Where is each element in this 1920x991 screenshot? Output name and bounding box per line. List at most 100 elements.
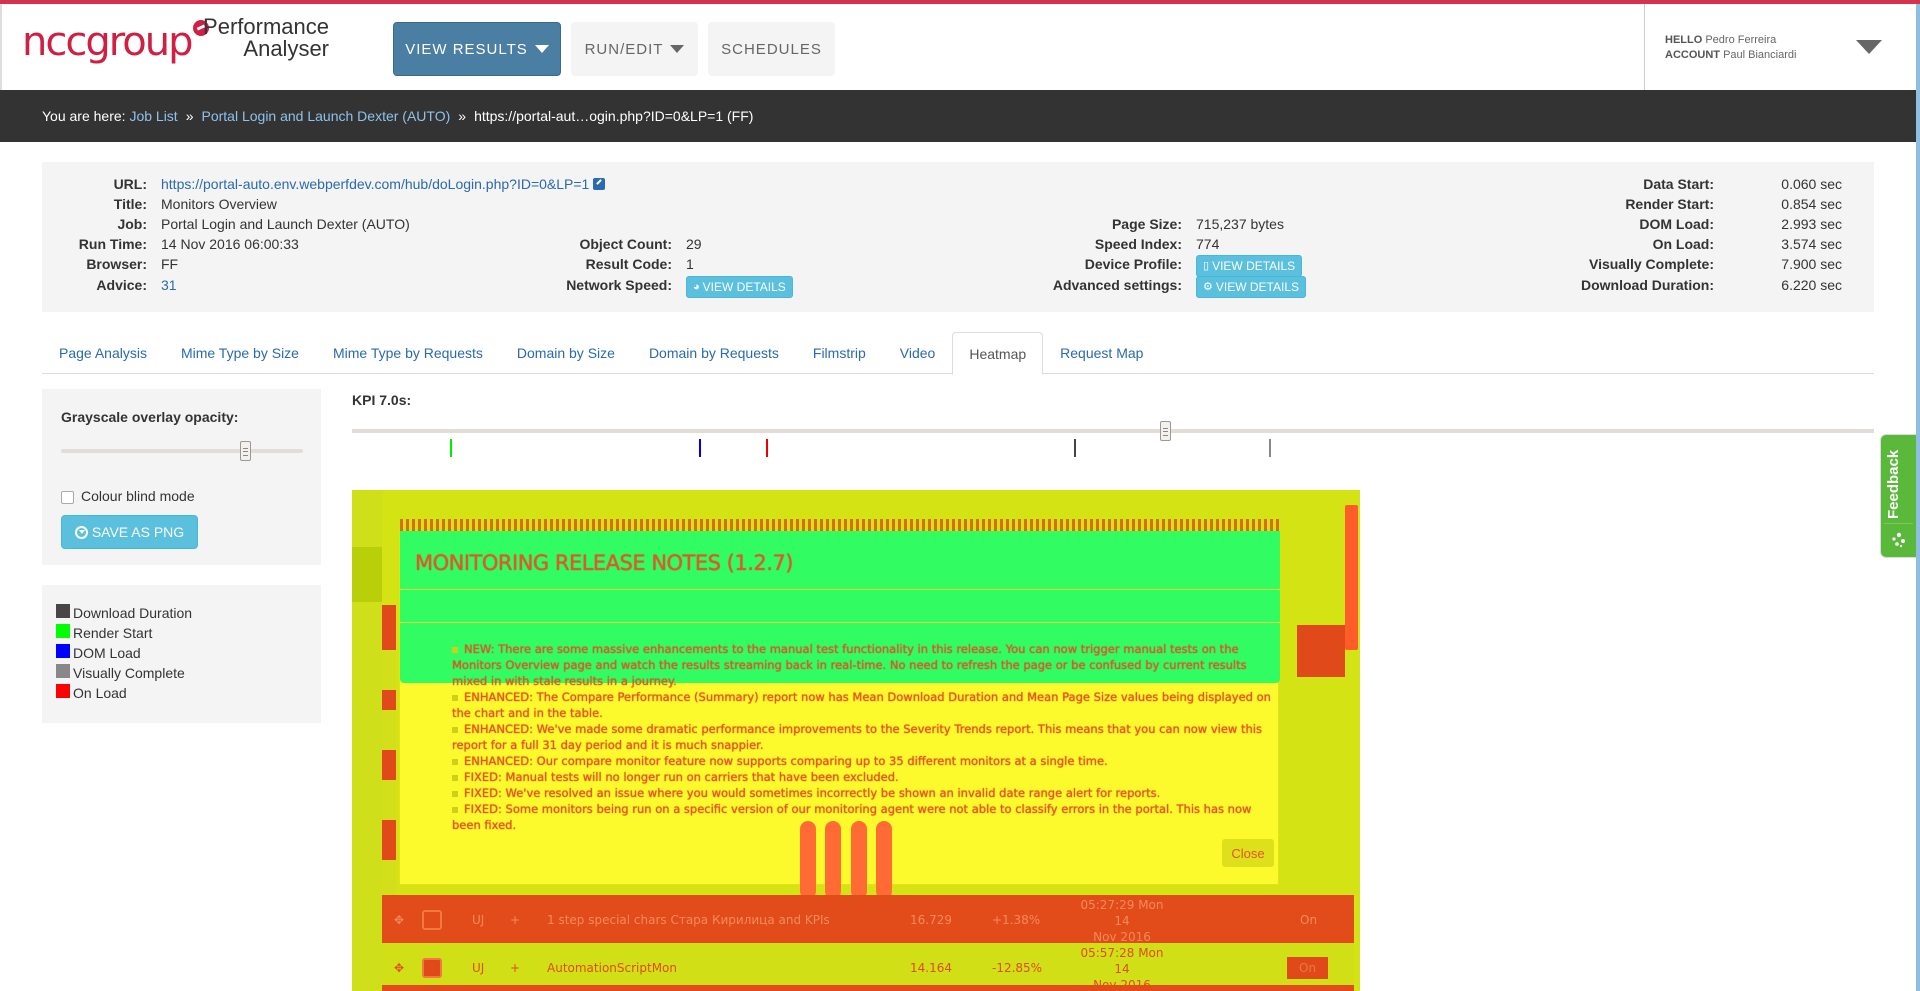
heatmap-region bbox=[382, 710, 396, 750]
nav-view-results-button[interactable]: VIEW RESULTS bbox=[393, 22, 561, 76]
nav-label: RUN/EDIT bbox=[584, 40, 664, 58]
heatmap-scrollbar-region bbox=[1345, 505, 1358, 650]
on-load-label: On Load: bbox=[1652, 236, 1714, 252]
nav-schedules-button[interactable]: SCHEDULES bbox=[708, 22, 835, 76]
user-name: Pedro Ferreira bbox=[1705, 34, 1777, 46]
legend-label: Download Duration bbox=[73, 605, 193, 621]
breadcrumb-job[interactable]: Portal Login and Launch Dexter (AUTO) bbox=[202, 108, 451, 124]
download-duration-value: 6.220 sec bbox=[1781, 277, 1842, 293]
opacity-slider[interactable] bbox=[61, 449, 303, 453]
device-profile-label: Device Profile: bbox=[1084, 256, 1182, 272]
tab-mime-type-by-requests[interactable]: Mime Type by Requests bbox=[316, 332, 500, 374]
on-load-value: 3.574 sec bbox=[1781, 236, 1842, 252]
heatmap-image: MONITORING RELEASE NOTES (1.2.7) NEW: Th… bbox=[352, 490, 1360, 991]
user-menu[interactable]: HELLO Pedro Ferreira ACCOUNT Paul Bianci… bbox=[1644, 4, 1920, 90]
legend-swatch bbox=[56, 604, 70, 618]
opacity-slider-handle[interactable] bbox=[239, 441, 251, 461]
nccgroup-logo[interactable]: nccgroup bbox=[22, 20, 209, 70]
user-menu-caret-icon[interactable] bbox=[1856, 40, 1882, 54]
dom-load-label: DOM Load: bbox=[1639, 216, 1714, 232]
mobile-icon: ▯ bbox=[1203, 260, 1210, 272]
breadcrumb-separator: » bbox=[185, 108, 194, 124]
button-label: VIEW DETAILS bbox=[1212, 259, 1296, 273]
dashboard-icon: ◕ bbox=[693, 281, 700, 293]
summary-advice: Advice: 31 bbox=[42, 275, 177, 295]
device-profile-view-details-button[interactable]: ▯ VIEW DETAILS bbox=[1196, 255, 1303, 277]
legend-download-duration: Download Duration bbox=[56, 604, 193, 621]
summary-download-duration: Download Duration: 6.220 sec bbox=[1522, 275, 1842, 295]
logo-wordmark: nccgroup bbox=[22, 19, 194, 65]
release-note: ENHANCED: Our compare monitor feature no… bbox=[452, 753, 1272, 769]
kpi-marker-render-start bbox=[450, 439, 453, 457]
tab-filmstrip[interactable]: Filmstrip bbox=[796, 332, 883, 374]
title-label: Title: bbox=[113, 196, 147, 212]
button-label: VIEW DETAILS bbox=[1215, 280, 1300, 294]
advanced-settings-view-details-button[interactable]: ⚙ VIEW DETAILS bbox=[1196, 276, 1307, 298]
visually-complete-label: Visually Complete: bbox=[1588, 256, 1714, 272]
nav-label: VIEW RESULTS bbox=[405, 40, 528, 58]
breadcrumb-separator: » bbox=[458, 108, 467, 124]
legend-swatch bbox=[56, 644, 70, 658]
advice-link[interactable]: 31 bbox=[161, 277, 177, 293]
url-link[interactable]: https://portal-auto.env.webperfdev.com/h… bbox=[161, 176, 589, 192]
breadcrumb-current: https://portal-aut…ogin.php?ID=0&LP=1 (F… bbox=[474, 108, 754, 124]
loading-bar-icon bbox=[876, 821, 892, 899]
release-note: ENHANCED: The Compare Performance (Summa… bbox=[452, 690, 1271, 720]
legend-swatch bbox=[56, 684, 70, 698]
breadcrumb-job-list[interactable]: Job List bbox=[129, 108, 177, 124]
dom-load-value: 2.993 sec bbox=[1781, 216, 1842, 232]
loading-bar-icon bbox=[825, 821, 841, 899]
gear-icon: ⚙ bbox=[1203, 281, 1213, 293]
legend-on-load: On Load bbox=[56, 684, 127, 701]
colour-blind-label[interactable]: Colour blind mode bbox=[81, 488, 195, 504]
colour-blind-checkbox[interactable] bbox=[61, 491, 74, 504]
legend-swatch bbox=[56, 624, 70, 638]
loading-bar-icon bbox=[851, 821, 867, 899]
summary-object-count: Object Count: 29 bbox=[422, 234, 701, 254]
heatmap-region bbox=[1297, 625, 1345, 677]
legend-swatch bbox=[56, 664, 70, 678]
summary-browser: Browser: FF bbox=[42, 254, 178, 274]
tab-page-analysis[interactable]: Page Analysis bbox=[42, 332, 164, 374]
row-status: On bbox=[1287, 956, 1329, 979]
checkbox-icon bbox=[422, 957, 442, 978]
heatmap-controls-panel: Grayscale overlay opacity: Colour blind … bbox=[42, 389, 321, 565]
job-label: Job: bbox=[117, 216, 147, 232]
feedback-label: Feedback bbox=[1885, 449, 1902, 519]
advanced-settings-label: Advanced settings: bbox=[1052, 277, 1182, 293]
tab-domain-by-requests[interactable]: Domain by Requests bbox=[632, 332, 796, 374]
download-circle-icon bbox=[74, 525, 88, 539]
heatmap-region bbox=[382, 780, 396, 820]
tab-mime-type-by-size[interactable]: Mime Type by Size bbox=[164, 332, 316, 374]
summary-device-profile: Device Profile: ▯ VIEW DETAILS bbox=[902, 254, 1303, 277]
legend-visually-complete: Visually Complete bbox=[56, 664, 185, 681]
release-notes-list: NEW: There are some massive enhancements… bbox=[452, 641, 1272, 833]
kpi-marker-download-duration bbox=[1073, 439, 1076, 457]
external-link-icon[interactable] bbox=[593, 178, 606, 190]
summary-job: Job: Portal Login and Launch Dexter (AUT… bbox=[42, 214, 409, 234]
tab-request-map[interactable]: Request Map bbox=[1043, 332, 1160, 374]
nav-run-edit-button[interactable]: RUN/EDIT bbox=[571, 22, 698, 76]
run-time-label: Run Time: bbox=[78, 236, 147, 252]
network-speed-view-details-button[interactable]: ◕ VIEW DETAILS bbox=[686, 276, 793, 298]
tab-domain-by-size[interactable]: Domain by Size bbox=[500, 332, 632, 374]
window-edge bbox=[1916, 4, 1920, 991]
save-as-png-button[interactable]: SAVE AS PNG bbox=[61, 515, 198, 549]
divider bbox=[400, 622, 1280, 623]
feedback-dots-icon bbox=[1892, 532, 1905, 548]
kpi-time-slider[interactable] bbox=[352, 429, 1874, 433]
row-status: On bbox=[1300, 913, 1318, 927]
heatmap-table-row: ✥ UJ + 1 step special chars Стара Кирили… bbox=[382, 895, 1354, 945]
heatmap-table-row: ✥ UJ + AutomationScriptMon 14.164 -12.85… bbox=[382, 942, 1354, 991]
tab-heatmap[interactable]: Heatmap bbox=[952, 332, 1044, 375]
tab-video[interactable]: Video bbox=[883, 332, 953, 374]
breadcrumb: You are here: Job List » Portal Login an… bbox=[0, 90, 1916, 142]
kpi-label: KPI 7.0s: bbox=[352, 392, 412, 408]
move-icon: ✥ bbox=[394, 960, 405, 975]
summary-advanced-settings: Advanced settings: ⚙ VIEW DETAILS bbox=[902, 275, 1307, 298]
kpi-slider-handle[interactable] bbox=[1160, 421, 1172, 441]
summary-render-start: Render Start: 0.854 sec bbox=[1522, 194, 1842, 214]
heatmap-modal-region: MONITORING RELEASE NOTES (1.2.7) NEW: Th… bbox=[399, 519, 1280, 899]
hello-label: HELLO bbox=[1665, 34, 1703, 46]
feedback-tab[interactable]: Feedback bbox=[1880, 434, 1916, 558]
